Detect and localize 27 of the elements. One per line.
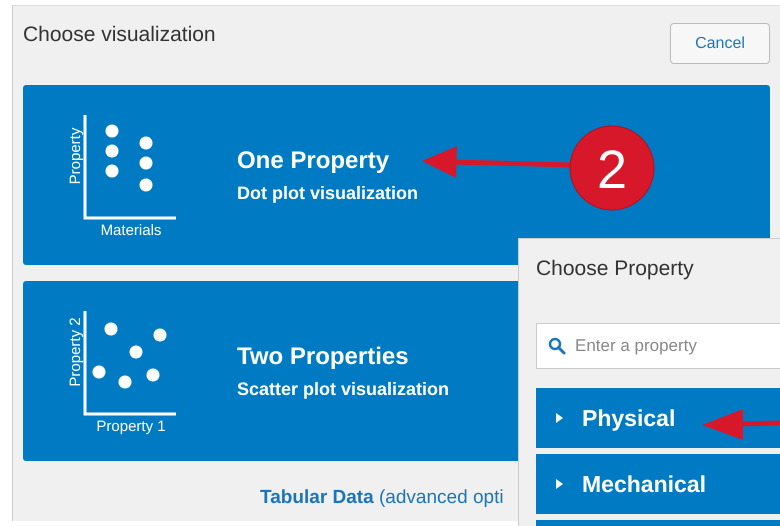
option-title: One Property (237, 146, 390, 174)
cancel-button[interactable]: Cancel (670, 23, 770, 64)
data-point (104, 322, 118, 336)
option-subtitle: Scatter plot visualization (237, 378, 450, 400)
tabular-data-link[interactable]: Tabular Data (advanced opti (260, 487, 504, 508)
data-point (140, 178, 152, 192)
data-point (130, 346, 142, 358)
category-row[interactable]: Mechanical (536, 454, 780, 514)
option-title: Two Properties (237, 342, 410, 370)
data-point (140, 136, 152, 150)
data-point (140, 156, 152, 170)
data-point (106, 144, 118, 158)
search-field[interactable]: Enter a property (536, 323, 780, 369)
data-point (154, 328, 166, 342)
dialog-title: Choose visualization (23, 23, 216, 47)
data-point (106, 164, 118, 178)
data-point (146, 368, 160, 382)
category-row[interactable]: Physical (536, 388, 780, 448)
data-point (118, 376, 132, 388)
data-point (106, 124, 118, 138)
axis-label: Property 2 (67, 317, 84, 387)
axis-label: Property (67, 128, 84, 184)
data-point (92, 366, 106, 378)
axis-label: Property 1 (96, 418, 166, 435)
option-subtitle: Dot plot visualization (237, 182, 418, 204)
axis-label: Materials (100, 222, 162, 239)
step-badge: 2 (570, 126, 654, 210)
